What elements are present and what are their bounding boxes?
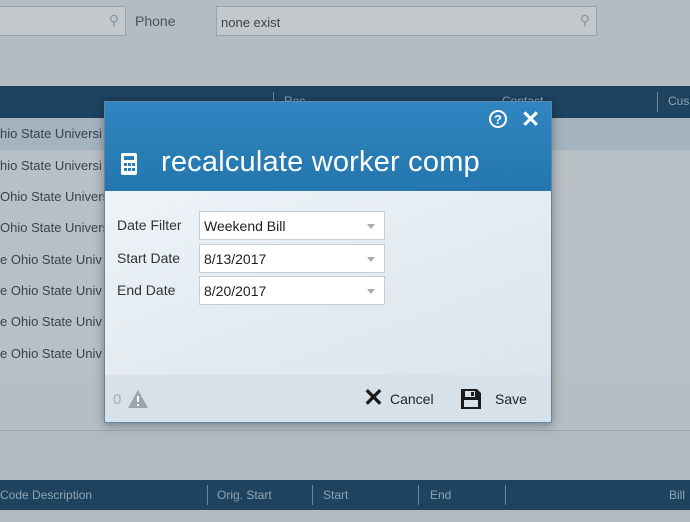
background-search-input: ⚲ bbox=[0, 6, 126, 36]
close-icon[interactable]: ✕ bbox=[521, 108, 540, 131]
dialog-header: ? ✕ recalculate worker comp bbox=[105, 102, 551, 191]
save-button[interactable]: Save bbox=[460, 384, 530, 414]
background-bottom-strip bbox=[0, 510, 690, 522]
column-separator bbox=[418, 485, 419, 505]
date-filter-value: Weekend Bill bbox=[204, 218, 286, 234]
table-row: e Ohio State Univ bbox=[0, 346, 102, 361]
grid-header-start: Start bbox=[323, 488, 349, 502]
calculator-icon bbox=[121, 153, 137, 175]
table-row: e Ohio State Univ bbox=[0, 314, 102, 329]
cancel-button[interactable]: ✕ Cancel bbox=[363, 384, 443, 414]
column-separator bbox=[312, 485, 313, 505]
end-date-label: End Date bbox=[117, 282, 176, 298]
recalculate-worker-comp-dialog: ? ✕ recalculate worker comp Date Filter … bbox=[104, 101, 552, 423]
end-date-picker[interactable]: 8/20/2017 bbox=[199, 276, 385, 305]
floppy-disk-icon bbox=[461, 389, 481, 409]
phone-input: none exist ⚲ bbox=[216, 6, 597, 36]
table-row: hio State Universi bbox=[0, 126, 102, 141]
table-row: hio State Universi bbox=[0, 158, 102, 173]
save-label: Save bbox=[495, 391, 527, 407]
grid-header-orig-start: Orig. Start bbox=[217, 488, 272, 502]
grid-header-code-description: Code Description bbox=[0, 488, 93, 502]
grid-header-end: End bbox=[430, 488, 452, 502]
warning-icon[interactable] bbox=[127, 389, 149, 409]
error-count: 0 bbox=[113, 391, 122, 408]
table-row: Ohio State Univers bbox=[0, 220, 110, 235]
cancel-label: Cancel bbox=[390, 391, 434, 407]
date-filter-label: Date Filter bbox=[117, 217, 182, 233]
start-date-value: 8/13/2017 bbox=[204, 251, 267, 267]
chevron-down-icon bbox=[367, 289, 375, 294]
start-date-label: Start Date bbox=[117, 250, 181, 266]
dialog-title: recalculate worker comp bbox=[161, 146, 480, 178]
column-separator bbox=[207, 485, 208, 505]
start-date-picker[interactable]: 8/13/2017 bbox=[199, 244, 385, 273]
table-row: Ohio State Univers bbox=[0, 189, 110, 204]
background-filter-bar: ⚲ Phone none exist ⚲ bbox=[0, 0, 690, 85]
background-detail-grid-header: Code Description Orig. Start Start End B… bbox=[0, 480, 690, 510]
grid-header-bill: Bill bbox=[669, 488, 686, 502]
chevron-down-icon bbox=[367, 257, 375, 262]
phone-input-value: none exist bbox=[221, 15, 281, 30]
table-row: e Ohio State Univ bbox=[0, 283, 102, 298]
dialog-body: Date Filter Weekend Bill Start Date 8/13… bbox=[105, 191, 551, 375]
help-icon[interactable]: ? bbox=[489, 110, 507, 128]
date-filter-select[interactable]: Weekend Bill bbox=[199, 211, 385, 240]
background-lower-panel bbox=[0, 430, 690, 481]
search-icon: ⚲ bbox=[108, 12, 119, 28]
column-separator bbox=[657, 92, 658, 112]
grid-header-cus: Cus bbox=[668, 94, 690, 108]
phone-label: Phone bbox=[135, 13, 176, 29]
end-date-value: 8/20/2017 bbox=[204, 283, 267, 299]
search-icon: ⚲ bbox=[579, 12, 590, 28]
x-icon: ✕ bbox=[363, 384, 384, 412]
chevron-down-icon bbox=[367, 224, 375, 229]
table-row: e Ohio State Univ bbox=[0, 252, 102, 267]
column-separator bbox=[505, 485, 506, 505]
dialog-footer: 0 ✕ Cancel Save bbox=[105, 375, 551, 422]
